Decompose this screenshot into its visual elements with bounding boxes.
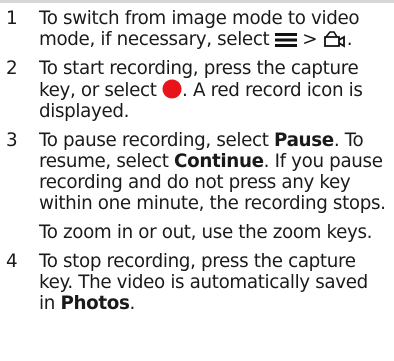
continue-label: Continue: [174, 151, 264, 172]
step-number: 4: [6, 251, 18, 272]
photos-label: Photos: [60, 293, 130, 314]
separator: >: [302, 29, 318, 50]
step-text: To pause recording, select Pause. To res…: [39, 130, 386, 214]
video-camera-icon: [323, 31, 345, 48]
step-text: To switch from image mode to video mode,…: [39, 8, 360, 50]
step-number: 3: [6, 130, 18, 151]
step-number: 2: [6, 58, 18, 79]
record-icon: [162, 79, 182, 99]
top-divider: [0, 0, 394, 3]
zoom-note: To zoom in or out, use the zoom keys.: [39, 222, 373, 243]
step-text: To start recording, press the capture ke…: [39, 58, 363, 122]
step-text: To stop recording, press the capture key…: [39, 251, 368, 314]
instruction-list: 1 To switch from image mode to video mod…: [0, 8, 394, 322]
step-number: 1: [6, 8, 18, 29]
menu-icon: [274, 33, 297, 47]
step-4: 4 To stop recording, press the capture k…: [0, 251, 394, 314]
pause-label: Pause: [274, 130, 334, 151]
step-3: 3 To pause recording, select Pause. To r…: [0, 130, 394, 243]
step-1: 1 To switch from image mode to video mod…: [0, 8, 394, 50]
step-2: 2 To start recording, press the capture …: [0, 58, 394, 122]
